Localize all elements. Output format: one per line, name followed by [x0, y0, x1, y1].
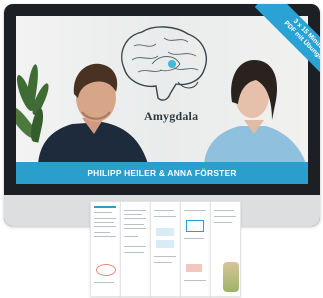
pdf-page-4 — [180, 201, 211, 297]
amygdala-highlight — [168, 60, 176, 68]
pdf-page-3 — [150, 201, 181, 297]
speaker-caption-bar: PHILIPP HEILER & ANNA FÖRSTER — [16, 162, 308, 184]
pdf-page-1 — [90, 201, 121, 297]
promo-ribbon: 3 x 15 Minuten PDF mit Übungen — [254, 4, 320, 80]
pdf-page-5 — [210, 201, 241, 297]
pdf-preview — [90, 201, 241, 297]
promo-ribbon-container: 3 x 15 Minuten PDF mit Übungen — [244, 4, 320, 80]
pdf-page-2 — [120, 201, 151, 297]
speaker-names: PHILIPP HEILER & ANNA FÖRSTER — [87, 168, 237, 178]
presenter-philipp — [38, 63, 148, 164]
